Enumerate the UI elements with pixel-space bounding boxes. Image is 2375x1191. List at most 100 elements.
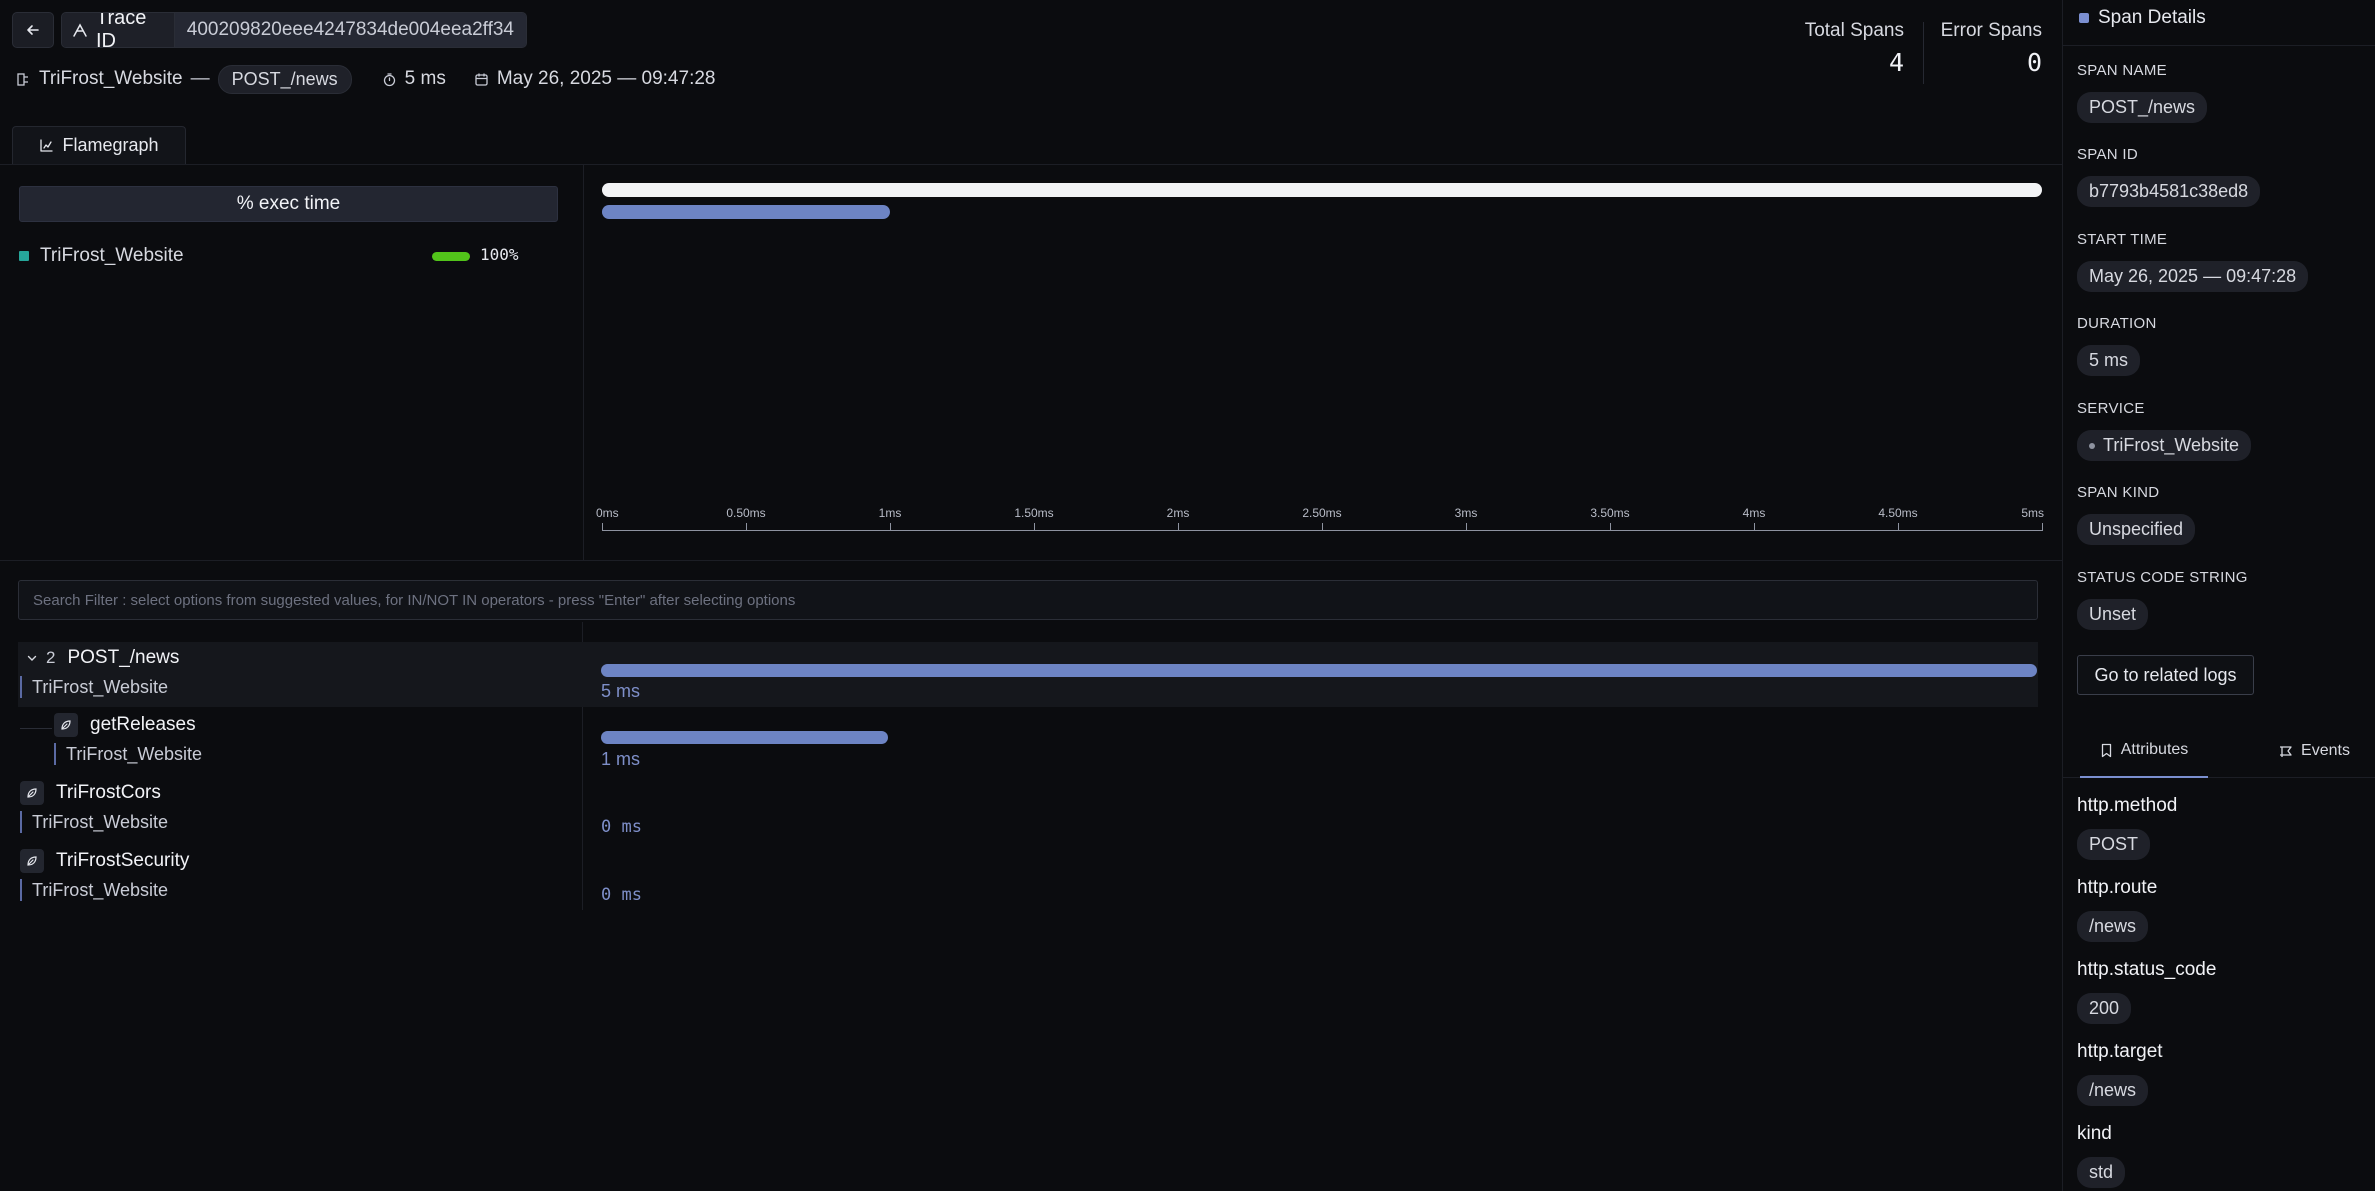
span-name-cell: TriFrostSecurity: [20, 849, 189, 873]
trace-id-label: Trace ID: [96, 12, 147, 48]
span-name: POST_/news: [67, 647, 180, 668]
table-row[interactable]: TriFrostSecurity TriFrost_Website: [18, 848, 578, 910]
span-bar[interactable]: [601, 731, 889, 744]
stats-divider: [1923, 22, 1924, 84]
flame-bar[interactable]: [602, 183, 2042, 197]
leaf-icon: [20, 849, 44, 873]
span-details-divider: [2062, 45, 2375, 46]
related-logs-button[interactable]: Go to related logs: [2077, 655, 2254, 695]
back-button[interactable]: [12, 12, 54, 48]
tab-events-label: Events: [2301, 742, 2350, 759]
field-value-service-text: TriFrost_Website: [2103, 435, 2240, 455]
service-name: TriFrost_Website: [39, 68, 183, 89]
timer-icon: [382, 72, 397, 87]
timeline-tick: [602, 523, 603, 531]
field-label-duration: DURATION: [2077, 315, 2157, 332]
field-label-span-name: SPAN NAME: [2077, 62, 2167, 79]
timeline-tick: [1610, 523, 1611, 531]
span-details-marker: [2079, 13, 2089, 23]
tab-attributes[interactable]: Attributes: [2080, 724, 2208, 778]
flamegraph-canvas[interactable]: 0ms 0.50ms 1ms 1.50ms 2ms 2.50ms 3ms 3.50ms 4ms 4…: [596, 180, 2044, 540]
tab-flamegraph-label: Flamegraph: [62, 135, 159, 155]
field-value-span-kind: Unspecified: [2077, 514, 2196, 545]
children-count: 2: [46, 648, 56, 667]
bookmark-icon: [2100, 743, 2113, 758]
trace-id-pill[interactable]: Trace ID 400209820eee4247834de004eea2ff3…: [61, 12, 527, 48]
attribute-value: /news: [2077, 911, 2149, 942]
trace-id-label-box: Trace ID: [62, 13, 175, 47]
chevron-down-icon[interactable]: [26, 652, 38, 664]
timeline-tick-label: 2.50ms: [1302, 506, 1342, 520]
tab-events[interactable]: Events: [2264, 724, 2364, 778]
error-spans-stat: Error Spans 0: [1930, 20, 2042, 77]
tree-connector: [20, 728, 52, 729]
meta-separator: —: [190, 68, 210, 89]
attribute-key: kind: [2077, 1123, 2112, 1144]
attribute-value: std: [2077, 1157, 2126, 1188]
span-name: TriFrostCors: [56, 782, 161, 803]
span-duration: 0 ms: [601, 817, 642, 837]
timeline-tick-label: 0.50ms: [726, 506, 766, 520]
span-service: TriFrost_Website: [54, 743, 202, 765]
timeline-tick: [1466, 523, 1467, 531]
tabs-divider: [0, 164, 2062, 165]
root-span-chip: POST_/news: [217, 64, 352, 94]
attribute-key: http.route: [2077, 877, 2158, 898]
field-label-service: SERVICE: [2077, 400, 2145, 417]
exec-time-header[interactable]: % exec time: [19, 186, 558, 222]
attribute-key: http.status_code: [2077, 959, 2217, 980]
timeline-tick-label: 1ms: [878, 506, 902, 520]
timeline-tick-label: 3ms: [1454, 506, 1478, 520]
span-name-cell: getReleases: [54, 713, 196, 737]
exec-percent-value: 100%: [480, 245, 519, 264]
span-details-title-text: Span Details: [2098, 7, 2206, 28]
timeline-tick-label: 4.50ms: [1878, 506, 1918, 520]
field-value-service: TriFrost_Website: [2077, 430, 2252, 461]
details-tabs: Attributes Events: [2062, 724, 2375, 778]
span-name-cell: TriFrostCors: [20, 781, 161, 805]
attribute-key: http.target: [2077, 1041, 2163, 1062]
arrow-left-icon: [25, 22, 41, 38]
flamegraph-icon: [39, 138, 54, 153]
table-row[interactable]: TriFrostCors TriFrost_Website: [18, 780, 578, 842]
timeline-tick: [1034, 523, 1035, 531]
span-name: TriFrostSecurity: [56, 850, 190, 871]
field-value-duration: 5 ms: [2077, 345, 2141, 376]
total-spans-label: Total Spans: [1804, 20, 1904, 41]
service-meta: TriFrost_Website: [16, 68, 183, 90]
span-duration: 0 ms: [601, 885, 642, 905]
service-color-dot: [19, 251, 29, 261]
error-spans-label: Error Spans: [1940, 20, 2042, 41]
timeline-tick: [1178, 523, 1179, 531]
field-label-status-code: STATUS CODE STRING: [2077, 569, 2248, 586]
span-service: TriFrost_Website: [20, 676, 168, 698]
tab-attributes-label: Attributes: [2120, 741, 2189, 758]
search-input[interactable]: [33, 591, 2023, 609]
span-duration: 5 ms: [601, 681, 641, 701]
field-value-status-code: Unset: [2077, 599, 2149, 630]
timeline-tick: [2042, 523, 2043, 531]
duration-meta: 5 ms: [382, 68, 446, 90]
total-spans-value: 4: [1888, 48, 1904, 77]
attribute-key: http.method: [2077, 795, 2178, 816]
span-bar[interactable]: [601, 664, 2037, 677]
flame-bar[interactable]: [602, 205, 890, 219]
tab-flamegraph[interactable]: Flamegraph: [12, 126, 186, 164]
field-label-span-id: SPAN ID: [2077, 146, 2139, 163]
timeline-tick-label: 1.50ms: [1014, 506, 1054, 520]
leaf-icon: [20, 781, 44, 805]
span-name-cell: 2 POST_/news: [26, 647, 179, 669]
timeline-tick: [1754, 523, 1755, 531]
duration-text: 5 ms: [404, 68, 446, 89]
error-spans-value: 0: [2026, 48, 2042, 77]
trace-id-value[interactable]: 400209820eee4247834de004eea2ff34: [174, 13, 526, 47]
table-row[interactable]: 2 POST_/news TriFrost_Website: [18, 644, 578, 706]
span-duration: 1 ms: [601, 749, 641, 769]
timeline-tick: [1322, 523, 1323, 531]
timeline-tick-label: 0ms: [596, 506, 619, 520]
search-filter[interactable]: [18, 580, 2038, 620]
span-details-title: Span Details: [2079, 7, 2206, 29]
trace-meta-row: TriFrost_Website — POST_/news 5 ms May 2…: [16, 64, 715, 94]
table-row[interactable]: getReleases TriFrost_Website: [18, 712, 578, 774]
field-value-span-name: POST_/news: [2077, 92, 2208, 123]
